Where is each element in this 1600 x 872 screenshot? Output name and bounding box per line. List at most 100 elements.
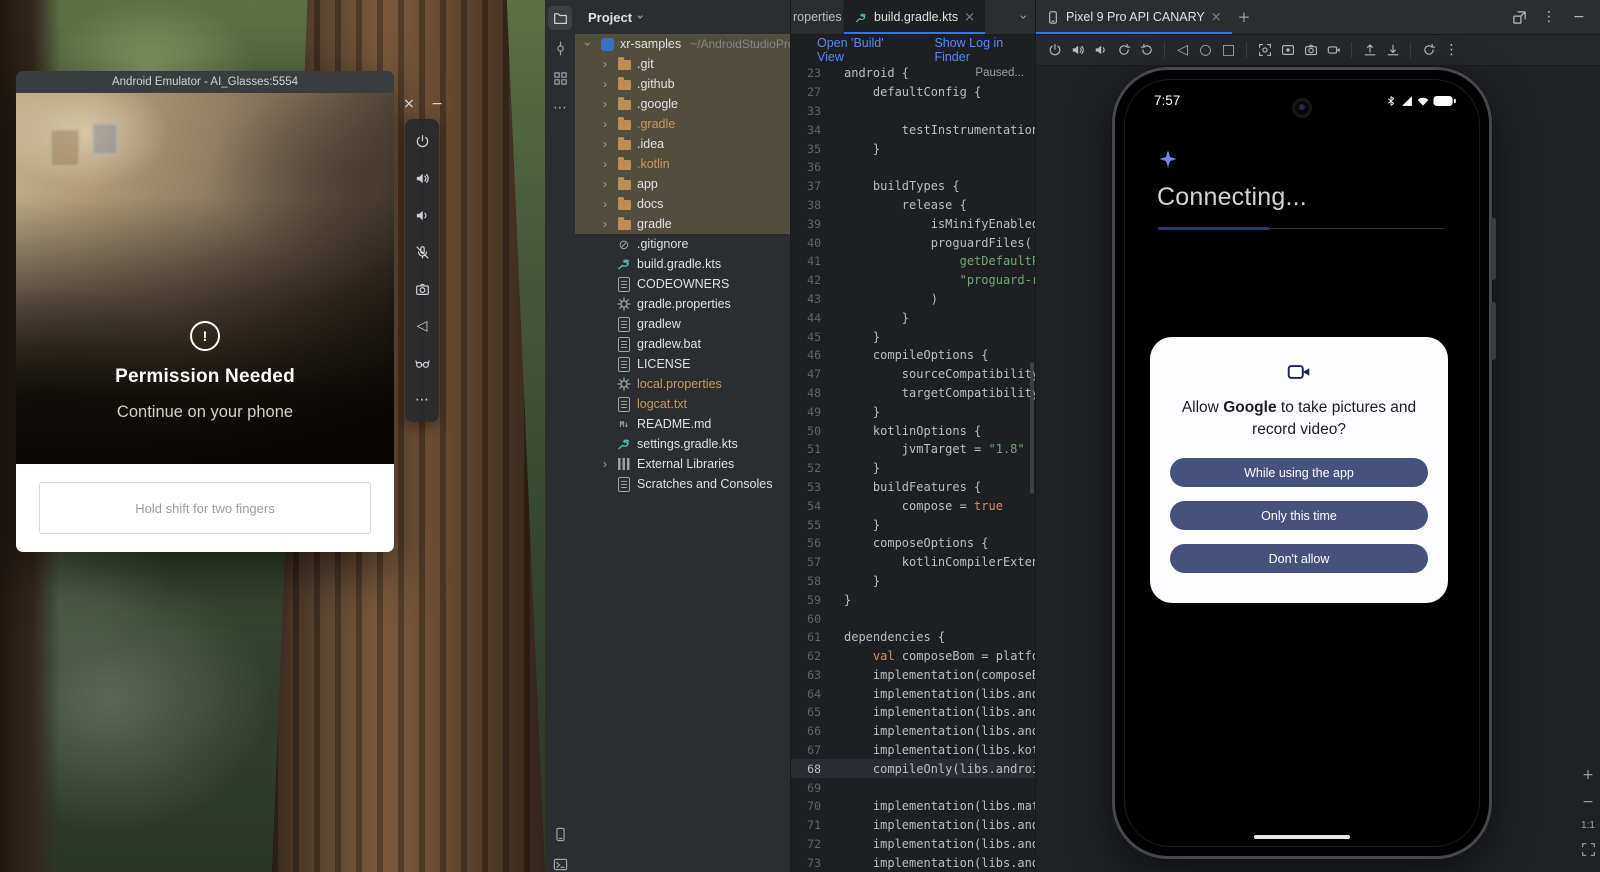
tree-item-gradlew-bat[interactable]: gradlew.bat [575,334,790,354]
code-line-73[interactable]: 73 implementation(libs.andr [791,853,1036,872]
camera-icon[interactable] [411,278,433,300]
code-line-47[interactable]: 47 sourceCompatibility [791,365,1036,384]
close-tab-icon[interactable]: × [964,11,975,24]
code-line-66[interactable]: 66 implementation(libs.andr [791,722,1036,741]
commit-icon[interactable] [548,36,572,60]
chevron-down-icon[interactable]: › [638,11,643,23]
emulator-titlebar[interactable]: Android Emulator - AI_Glasses:5554 [16,71,394,93]
zoom-out-icon[interactable]: − [1579,793,1597,811]
chevron-right-icon[interactable]: › [599,77,611,91]
power-icon[interactable] [411,130,433,152]
tree-item--google[interactable]: ›.google [575,94,790,114]
hide-icon[interactable]: − [1568,6,1590,28]
code-line-35[interactable]: 35 } [791,139,1036,158]
chevron-right-icon[interactable]: › [599,457,611,471]
restart-icon[interactable] [1418,40,1439,61]
banner-link[interactable]: Show Log in Finder [934,36,1036,64]
tree-item-scratches-and-consoles[interactable]: Scratches and Consoles [575,474,790,494]
chevron-expanded-icon[interactable]: › [582,37,594,51]
new-device-tab-icon[interactable]: + [1238,10,1251,25]
more-h-icon[interactable]: ⋯ [411,389,433,411]
code-line-57[interactable]: 57 kotlinCompilerExtens [791,553,1036,572]
code-line-62[interactable]: 62 val composeBom = platfor [791,647,1036,666]
code-line-37[interactable]: 37 buildTypes { [791,177,1036,196]
photo-camera-icon[interactable] [1300,40,1321,61]
code-line-34[interactable]: 34 testInstrumentationR [791,120,1036,139]
chevron-right-icon[interactable]: › [599,57,611,71]
minimize-icon[interactable]: − [429,96,445,112]
terminal-icon[interactable] [548,852,572,872]
tree-item--idea[interactable]: ›.idea [575,134,790,154]
rotate-right-icon[interactable] [1136,40,1157,61]
code-line-45[interactable]: 45 } [791,327,1036,346]
only-this-time-button[interactable]: Only this time [1170,501,1428,530]
code-line-67[interactable]: 67 implementation(libs.kotl [791,741,1036,760]
tab-pixel-9-pro[interactable]: Pixel 9 Pro API CANARY × [1036,0,1232,34]
video-camera-icon[interactable] [1323,40,1344,61]
code-line-51[interactable]: 51 jvmTarget = "1.8" [791,440,1036,459]
code-line-36[interactable]: 36 [791,158,1036,177]
tree-item-app[interactable]: ›app [575,174,790,194]
volume-up-icon[interactable] [1067,40,1088,61]
more-v-icon[interactable]: ⋮ [1441,40,1462,61]
zoom-scale-label[interactable]: 1:1 [1581,820,1595,831]
volume-down-icon[interactable] [1090,40,1111,61]
code-line-49[interactable]: 49 } [791,402,1036,421]
code-line-46[interactable]: 46 compileOptions { [791,346,1036,365]
tab-build-gradle-kts[interactable]: build.gradle.kts × [844,0,985,34]
tree-root-xr-samples[interactable]: › xr-samples ~/AndroidStudioProj [575,34,790,54]
tab-gradle-properties[interactable]: roperties [791,0,844,34]
code-line-54[interactable]: 54 compose = true [791,496,1036,515]
download-icon[interactable] [1382,40,1403,61]
more-h-icon[interactable]: ⋯ [548,96,572,120]
code-line-70[interactable]: 70 implementation(libs.mate [791,797,1036,816]
chevron-right-icon[interactable]: › [599,97,611,111]
code-line-68[interactable]: 68 compileOnly(libs.android [791,759,1036,778]
close-icon[interactable]: × [401,96,417,112]
chevron-right-icon[interactable]: › [599,137,611,151]
tree-item--kotlin[interactable]: ›.kotlin [575,154,790,174]
code-line-65[interactable]: 65 implementation(libs.andr [791,703,1036,722]
tree-item-gradle[interactable]: ›gradle [575,214,790,234]
tree-item--git[interactable]: ›.git [575,54,790,74]
code-line-40[interactable]: 40 proguardFiles( [791,233,1036,252]
code-line-69[interactable]: 69 [791,778,1036,797]
code-line-53[interactable]: 53 buildFeatures { [791,478,1036,497]
tree-item-readme-md[interactable]: M↓README.md [575,414,790,434]
tree-item--gitignore[interactable]: ⊘.gitignore [575,234,790,254]
tree-item-settings-gradle-kts[interactable]: settings.gradle.kts [575,434,790,454]
float-window-icon[interactable] [1508,6,1530,28]
more-v-icon[interactable]: ⋮ [1538,6,1560,28]
tree-item-external-libraries[interactable]: ›External Libraries [575,454,790,474]
chevron-right-icon[interactable]: › [599,157,611,171]
home-gesture-bar[interactable] [1254,835,1350,839]
tree-item--github[interactable]: ›.github [575,74,790,94]
code-line-61[interactable]: 61dependencies { [791,628,1036,647]
tree-item-logcat-txt[interactable]: logcat.txt [575,394,790,414]
code-line-72[interactable]: 72 implementation(libs.andr [791,835,1036,854]
tree-item--gradle[interactable]: ›.gradle [575,114,790,134]
screen-record-icon[interactable] [1277,40,1298,61]
code-line-38[interactable]: 38 release { [791,196,1036,215]
code-line-52[interactable]: 52 } [791,459,1036,478]
tree-item-gradlew[interactable]: gradlew [575,314,790,334]
project-folder-icon[interactable] [548,6,572,30]
code-line-58[interactable]: 58 } [791,572,1036,591]
code-line-71[interactable]: 71 implementation(libs.andr [791,816,1036,835]
back-icon[interactable]: ◁ [1172,40,1193,61]
volume-down-icon[interactable] [411,204,433,226]
code-line-41[interactable]: 41 getDefaultPr [791,252,1036,271]
code-line-55[interactable]: 55 } [791,515,1036,534]
emulator-screen[interactable]: ! Permission Needed Continue on your pho… [16,93,394,464]
banner-link[interactable]: Open 'Build' View [817,36,908,64]
code-line-39[interactable]: 39 isMinifyEnabled [791,214,1036,233]
code-line-33[interactable]: 33 [791,102,1036,121]
code-line-42[interactable]: 42 "proguard-ru [791,271,1036,290]
volume-up-icon[interactable] [411,167,433,189]
code-line-50[interactable]: 50 kotlinOptions { [791,421,1036,440]
code-line-59[interactable]: 59} [791,590,1036,609]
chevron-right-icon[interactable]: › [599,177,611,191]
tree-item-build-gradle-kts[interactable]: build.gradle.kts [575,254,790,274]
screenshot-icon[interactable] [1254,40,1275,61]
code-line-56[interactable]: 56 composeOptions { [791,534,1036,553]
